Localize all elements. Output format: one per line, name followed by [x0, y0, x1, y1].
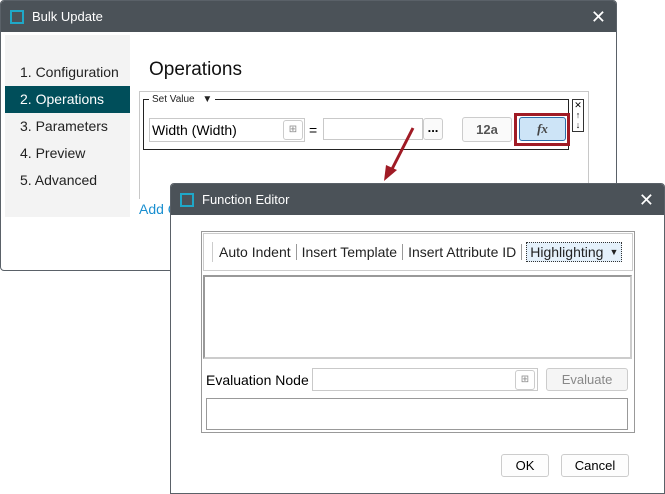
attribute-field[interactable]: Width (Width) [149, 118, 305, 142]
evaluation-node-input[interactable] [312, 368, 538, 391]
move-up-icon[interactable]: ↑ [573, 110, 583, 120]
remove-icon[interactable]: ✕ [573, 100, 583, 110]
step-advanced[interactable]: 5. Advanced [5, 167, 130, 194]
ellipsis-button[interactable]: ... [423, 118, 443, 140]
evaluate-button[interactable]: Evaluate [546, 368, 628, 391]
chevron-down-icon: ▼ [609, 247, 619, 257]
set-value-label[interactable]: Set Value ▼ [149, 94, 216, 105]
dialog-title: Function Editor [202, 192, 290, 207]
group-label-text: Set Value [152, 94, 195, 105]
editor-toolbar: Auto Indent Insert Template Insert Attri… [203, 233, 633, 271]
evaluation-node-label: Evaluation Node [206, 372, 309, 388]
insert-attribute-id-button[interactable]: Insert Attribute ID [403, 244, 523, 260]
highlighting-label: Highlighting [530, 244, 604, 260]
close-icon[interactable]: ✕ [639, 190, 654, 211]
equals-sign: = [309, 122, 318, 138]
window-title: Bulk Update [32, 9, 103, 24]
steps-sidebar: 1. Configuration 2. Operations 3. Parame… [5, 35, 130, 217]
ok-button[interactable]: OK [501, 454, 549, 477]
app-icon [180, 192, 194, 207]
step-preview[interactable]: 4. Preview [5, 140, 130, 167]
function-button[interactable]: fx [519, 117, 566, 141]
move-down-icon[interactable]: ↓ [573, 120, 583, 130]
close-icon[interactable]: ✕ [591, 7, 606, 28]
tree-picker-icon[interactable]: ⊞ [283, 120, 303, 140]
step-parameters[interactable]: 3. Parameters [5, 113, 130, 140]
step-operations[interactable]: 2. Operations [5, 86, 130, 113]
app-icon [10, 9, 24, 24]
function-text-editor[interactable] [203, 275, 632, 359]
cancel-button[interactable]: Cancel [561, 454, 629, 477]
function-editor-dialog: Function Editor ✕ Auto Indent Insert Tem… [170, 183, 665, 494]
highlighting-dropdown[interactable]: Highlighting ▼ [526, 242, 623, 262]
auto-indent-button[interactable]: Auto Indent [219, 244, 297, 260]
insert-template-button[interactable]: Insert Template [297, 244, 404, 260]
bulk-update-titlebar[interactable]: Bulk Update ✕ [1, 1, 616, 32]
dropdown-arrow-icon: ▼ [202, 94, 213, 105]
literal-button[interactable]: 12a [462, 117, 512, 142]
tree-picker-icon[interactable]: ⊞ [515, 370, 535, 390]
arrow-annotation [384, 127, 415, 181]
evaluation-result [206, 398, 628, 430]
page-title: Operations [149, 59, 242, 80]
row-controls: ✕ ↑ ↓ [572, 99, 584, 132]
attribute-value: Width (Width) [152, 122, 237, 138]
step-configuration[interactable]: 1. Configuration [5, 59, 130, 86]
function-editor-titlebar[interactable]: Function Editor ✕ [171, 184, 664, 215]
